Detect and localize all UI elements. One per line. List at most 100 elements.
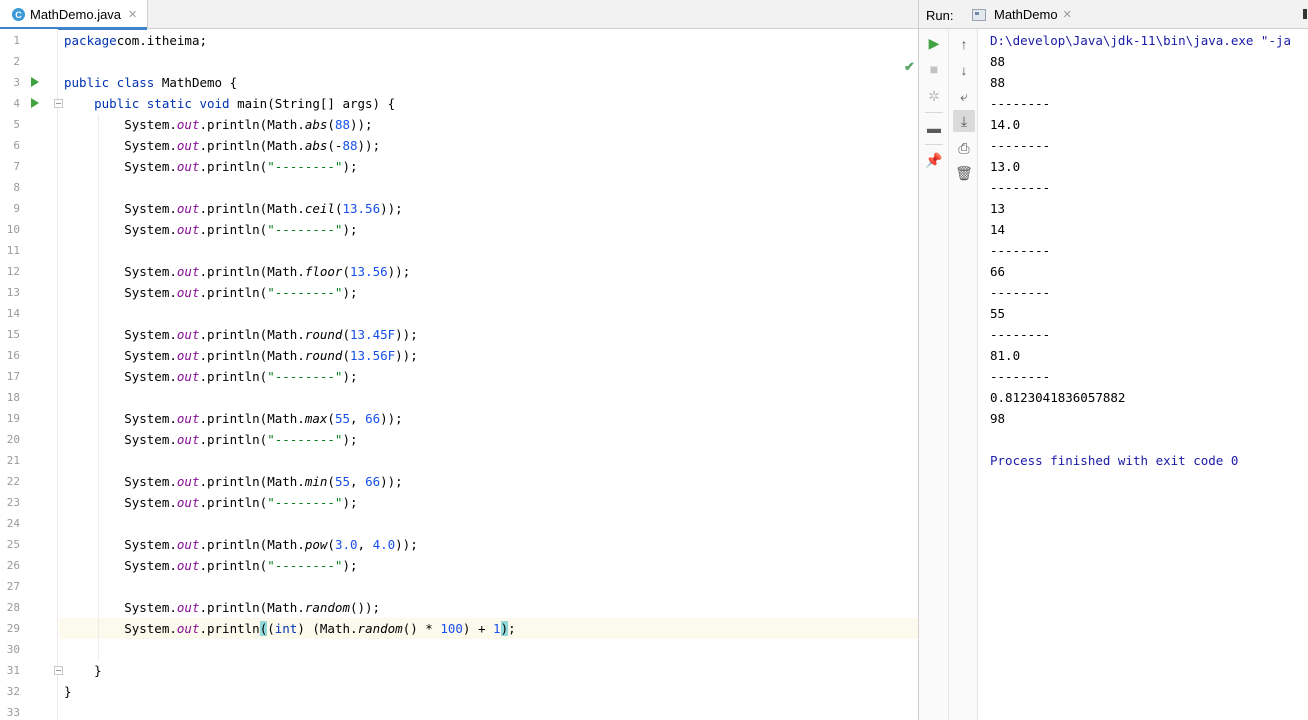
scroll-to-end-icon[interactable]: ⤓ [953, 110, 975, 132]
print-icon[interactable]: ⎙ [953, 137, 975, 159]
scroll-up-icon[interactable]: ↑ [953, 33, 975, 55]
soft-wrap-icon[interactable]: ⤶ [953, 85, 975, 107]
code-line[interactable]: System.out.println("--------"); [59, 429, 918, 450]
gutter-row[interactable]: 19 [0, 408, 58, 429]
console-output-line: 0.8123041836057882 [990, 390, 1126, 405]
gutter-row[interactable]: 1 [0, 30, 58, 51]
code-line[interactable]: System.out.println(Math.max(55, 66)); [59, 408, 918, 429]
pause-icon[interactable] [1303, 9, 1307, 19]
debug-settings-icon[interactable]: ✲ [923, 85, 945, 107]
line-number: 3 [13, 76, 20, 89]
code-line[interactable] [59, 639, 918, 660]
gutter-row[interactable]: 33 [0, 702, 58, 720]
gutter-row[interactable]: 12 [0, 261, 58, 282]
code-line[interactable]: System.out.println(Math.round(13.45F)); [59, 324, 918, 345]
code-line[interactable]: } [59, 660, 918, 681]
code-line[interactable]: packagecom.itheima; [59, 30, 918, 51]
gutter-row[interactable]: 8 [0, 177, 58, 198]
gutter-row[interactable]: 14 [0, 303, 58, 324]
code-line[interactable]: System.out.println(Math.pow(3.0, 4.0)); [59, 534, 918, 555]
code-line[interactable]: System.out.println(Math.round(13.56F)); [59, 345, 918, 366]
scroll-down-icon[interactable]: ↓ [953, 59, 975, 81]
code-line[interactable] [59, 303, 918, 324]
code-line[interactable]: System.out.println("--------"); [59, 366, 918, 387]
code-line[interactable] [59, 387, 918, 408]
gutter[interactable]: 1 2 3 4 5 6 7 8 9 10 11 12 13 14 15 16 17 18 19 20 21 22 23 24 2… [0, 29, 63, 720]
code-token: .println( [199, 222, 268, 237]
gutter-row[interactable]: 18 [0, 387, 58, 408]
gutter-row[interactable]: 15 [0, 324, 58, 345]
code-token: ceil [304, 201, 335, 216]
code-token: abs [304, 117, 328, 132]
gutter-row[interactable]: 11 [0, 240, 58, 261]
code-line[interactable] [59, 576, 918, 597]
close-icon[interactable]: ✕ [1063, 8, 1072, 21]
gutter-row[interactable]: 30 [0, 639, 58, 660]
stop-icon[interactable]: ■ [923, 58, 945, 80]
pin-icon[interactable]: 📌 [923, 149, 945, 171]
toolbar-separator [925, 112, 943, 113]
code-line[interactable] [59, 240, 918, 261]
gutter-row[interactable]: 28 [0, 597, 58, 618]
gutter-row[interactable]: 9 [0, 198, 58, 219]
gutter-row[interactable]: 25 [0, 534, 58, 555]
gutter-row[interactable]: 7 [0, 156, 58, 177]
code-token: out [176, 369, 200, 384]
gutter-row[interactable]: 2 [0, 51, 58, 72]
tab-mathdemo-java[interactable]: C MathDemo.java ✕ [0, 0, 149, 30]
console-output[interactable]: D:\develop\Java\jdk-11\bin\java.exe "-ja… [990, 29, 1308, 720]
code-line[interactable]: public static void main(String[] args) { [59, 93, 918, 114]
gutter-row[interactable]: 5 [0, 114, 58, 135]
code-line[interactable] [59, 450, 918, 471]
gutter-row[interactable]: 20 [0, 429, 58, 450]
code-line[interactable]: System.out.println("--------"); [59, 555, 918, 576]
console-output-line: -------- [990, 327, 1051, 342]
code-line[interactable]: System.out.println(Math.floor(13.56)); [59, 261, 918, 282]
gutter-row[interactable]: 6 [0, 135, 58, 156]
code-area[interactable]: 1 2 3 4 5 6 7 8 9 10 11 12 13 14 15 16 17 18 19 20 21 22 23 24 2… [0, 29, 918, 720]
gutter-row[interactable]: 22 [0, 471, 58, 492]
gutter-row[interactable]: 31 [0, 660, 63, 681]
trash-icon[interactable]: 🗑 [953, 162, 975, 184]
code-line[interactable]: System.out.println(Math.ceil(13.56)); [59, 198, 918, 219]
gutter-row[interactable]: 4 [0, 93, 63, 114]
code-line[interactable]: System.out.println(Math.min(55, 66)); [59, 471, 918, 492]
close-icon[interactable]: ✕ [128, 8, 137, 21]
gutter-row[interactable]: 23 [0, 492, 58, 513]
gutter-row[interactable]: 16 [0, 345, 58, 366]
code-line[interactable]: System.out.println(Math.abs(88)); [59, 114, 918, 135]
gutter-row[interactable]: 32 [0, 681, 58, 702]
run-gutter-icon[interactable] [31, 77, 39, 87]
code-line[interactable]: System.out.println(Math.abs(-88)); [59, 135, 918, 156]
gutter-row[interactable]: 27 [0, 576, 58, 597]
gutter-row[interactable]: 21 [0, 450, 58, 471]
code-line[interactable]: } [59, 681, 918, 702]
gutter-row[interactable]: 13 [0, 282, 58, 303]
line-number: 6 [13, 139, 20, 152]
layout-icon[interactable]: ▬ [923, 117, 945, 139]
gutter-row[interactable]: 17 [0, 366, 58, 387]
rerun-icon[interactable]: ▶ [923, 32, 945, 54]
code-line[interactable] [59, 177, 918, 198]
code-line[interactable]: System.out.println("--------"); [59, 282, 918, 303]
code-line[interactable] [59, 51, 918, 72]
code-line[interactable]: System.out.println(Math.random()); [59, 597, 918, 618]
gutter-row[interactable]: 3 [0, 72, 58, 93]
gutter-row[interactable]: 24 [0, 513, 58, 534]
code-line[interactable] [59, 702, 918, 720]
code-line[interactable]: System.out.println("--------"); [59, 156, 918, 177]
code-token: ) [500, 621, 509, 636]
run-tab-mathdemo[interactable]: MathDemo ✕ [965, 0, 1080, 29]
code-line[interactable] [59, 513, 918, 534]
gutter-row[interactable]: 26 [0, 555, 58, 576]
line-number: 7 [13, 160, 20, 173]
gutter-row[interactable]: 10 [0, 219, 58, 240]
line-number: 20 [6, 433, 20, 446]
code-lines[interactable]: packagecom.itheima; public class MathDemo… [59, 29, 918, 720]
code-line[interactable]: System.out.println("--------"); [59, 492, 918, 513]
code-line[interactable]: System.out.println((int) (Math.random() … [59, 618, 918, 639]
run-gutter-icon[interactable] [31, 98, 39, 108]
code-line[interactable]: public class MathDemo { [59, 72, 918, 93]
gutter-row[interactable]: 29 [0, 618, 58, 639]
code-line[interactable]: System.out.println("--------"); [59, 219, 918, 240]
